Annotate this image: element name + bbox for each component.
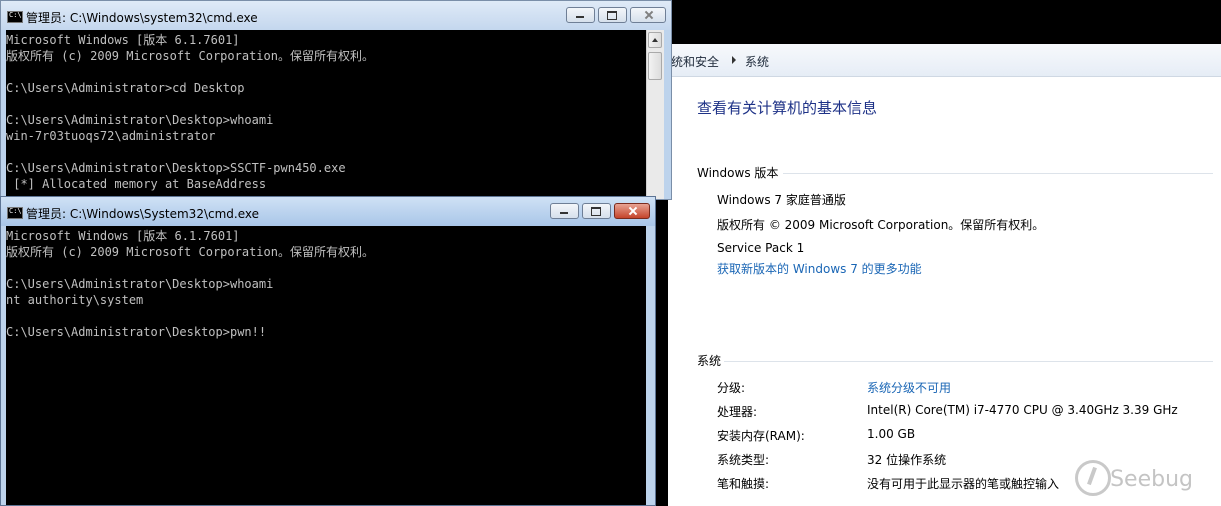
window-title: 管理员: C:\Windows\System32\cmd.exe — [26, 207, 259, 221]
pen-touch-value: 没有可用于此显示器的笔或触控输入 — [867, 477, 1060, 491]
close-icon — [631, 8, 665, 22]
section-divider — [724, 361, 1213, 362]
console-line: C:\Users\Administrator\Desktop>whoami — [6, 113, 274, 127]
window-title: 管理员: C:\Windows\system32\cmd.exe — [26, 11, 258, 25]
console-icon — [7, 207, 23, 219]
ram-value: 1.00 GB — [867, 427, 916, 441]
console-line: Microsoft Windows [版本 6.1.7601] — [6, 33, 240, 47]
edition-section-title: Windows 版本 — [697, 166, 779, 180]
minimize-button[interactable] — [566, 7, 595, 23]
cmd-window-back: 管理员: C:\Windows\system32\cmd.exe Microso… — [0, 0, 672, 200]
breadcrumb: 统和安全 系统 — [668, 44, 1221, 77]
windows-edition: Windows 7 家庭普通版 — [717, 193, 846, 207]
close-button[interactable] — [630, 7, 666, 23]
console-output[interactable]: Microsoft Windows [版本 6.1.7601] 版权所有 (c)… — [6, 30, 646, 199]
system-type-value: 32 位操作系统 — [867, 453, 947, 467]
console-line: C:\Users\Administrator\Desktop>whoami — [6, 277, 274, 291]
title-bar[interactable]: 管理员: C:\Windows\system32\cmd.exe — [1, 1, 671, 30]
console-line: 版权所有 (c) 2009 Microsoft Corporation。保留所有… — [6, 245, 374, 259]
minimize-button[interactable] — [550, 203, 579, 219]
system-section-title: 系统 — [697, 354, 722, 368]
close-icon — [615, 204, 649, 218]
scroll-thumb[interactable] — [648, 52, 662, 80]
console-line: C:\Users\Administrator\Desktop>SSCTF-pwn… — [6, 161, 346, 175]
breadcrumb-arrow-icon[interactable] — [732, 56, 736, 64]
breadcrumb-item-security[interactable]: 统和安全 — [671, 53, 719, 70]
page-title: 查看有关计算机的基本信息 — [697, 99, 878, 117]
maximize-button[interactable] — [598, 7, 627, 23]
maximize-button[interactable] — [582, 203, 611, 219]
console-line: [*] Allocated memory at BaseAddress — [6, 177, 267, 191]
title-bar[interactable]: 管理员: C:\Windows\System32\cmd.exe — [1, 197, 655, 226]
cmd-window-front: 管理员: C:\Windows\System32\cmd.exe Microso… — [0, 196, 656, 506]
system-properties-window: 统和安全 系统 查看有关计算机的基本信息 Windows 版本 Windows … — [668, 44, 1221, 506]
processor-label: 处理器: — [717, 405, 758, 419]
console-line: 版权所有 (c) 2009 Microsoft Corporation。保留所有… — [6, 49, 374, 63]
console-line: win-7r03tuoqs72\administrator — [6, 129, 216, 143]
close-button[interactable] — [614, 203, 650, 219]
rating-label: 分级: — [717, 381, 746, 395]
pen-touch-label: 笔和触摸: — [717, 477, 770, 491]
minimize-icon — [567, 8, 594, 22]
service-pack: Service Pack 1 — [717, 241, 805, 255]
maximize-icon — [599, 8, 626, 22]
scrollbar[interactable] — [646, 30, 664, 199]
watermark: Seebug — [1110, 467, 1193, 492]
console-line: C:\Users\Administrator\Desktop>pwn!! — [6, 325, 267, 339]
maximize-icon — [583, 204, 610, 218]
rating-value-link[interactable]: 系统分级不可用 — [867, 379, 951, 396]
section-divider — [783, 173, 1213, 174]
console-line: C:\Users\Administrator>cd Desktop — [6, 81, 245, 95]
more-features-link[interactable]: 获取新版本的 Windows 7 的更多功能 — [717, 260, 922, 277]
scroll-up-arrow-icon[interactable] — [648, 32, 662, 48]
console-icon — [7, 11, 23, 23]
system-type-label: 系统类型: — [717, 453, 770, 467]
breadcrumb-item-system[interactable]: 系统 — [745, 53, 769, 70]
seebug-logo-icon — [1075, 460, 1111, 496]
ram-label: 安装内存(RAM): — [717, 429, 805, 443]
console-line: Microsoft Windows [版本 6.1.7601] — [6, 229, 240, 243]
console-line: nt authority\system — [6, 293, 144, 307]
processor-value: Intel(R) Core(TM) i7-4770 CPU @ 3.40GHz … — [867, 403, 1178, 417]
console-output[interactable]: Microsoft Windows [版本 6.1.7601] 版权所有 (c)… — [6, 226, 646, 505]
copyright-text: 版权所有 © 2009 Microsoft Corporation。保留所有权利… — [717, 218, 1045, 232]
minimize-icon — [551, 204, 578, 218]
